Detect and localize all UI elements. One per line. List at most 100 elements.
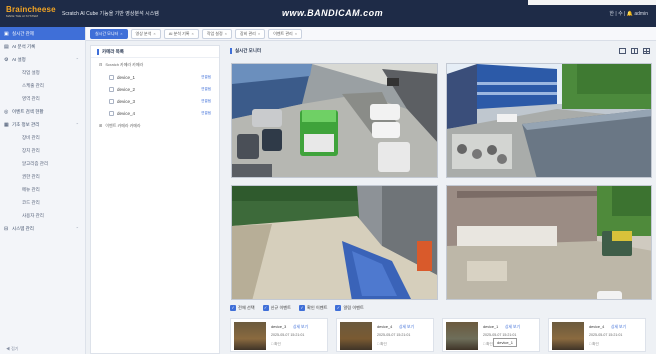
filter-checkbox-2[interactable]: ✓ 신규 이벤트 [262,305,291,311]
filter-checkbox-3[interactable]: ✓ 확인 이벤트 [299,305,327,311]
event-detail-link[interactable]: 상세 보기 [505,325,520,330]
minus-square-icon: ⊟ [99,62,103,67]
sidebar-item-4[interactable]: 작업 설정 [0,66,85,79]
checkbox-checked-icon[interactable]: ✓ [262,305,269,311]
chevron-up-icon: ⌃ [75,122,79,127]
close-icon[interactable]: × [258,30,260,38]
sidebar-item-15[interactable]: 사용자 관리 [0,209,85,222]
event-confirm-status[interactable]: □ 확인 [483,342,493,347]
device-status: 연결됨 [201,74,211,79]
event-card[interactable]: device_4 상세 보기 2025-05-07 15:21:01 □ 확인 [548,318,646,352]
event-card[interactable]: device_1 상세 보기 2025-05-07 15:21:01 □ 확인 [442,318,540,352]
sidebar-item-label: 메뉴 관리 [22,186,40,192]
camera-feed-3[interactable] [231,185,438,300]
event-card[interactable]: device_3 상세 보기 2025-05-07 15:21:01 □ 확인 [230,318,328,352]
event-thumbnail[interactable] [234,322,266,350]
user-menu[interactable]: 한 | 수 | 🔔 admin [609,10,648,17]
device-status: 연결됨 [201,110,211,115]
server-icon: ⊟ [4,226,9,232]
device-name: device_3 [117,98,136,104]
header-accent-bar [97,48,99,55]
event-thumbnail[interactable] [552,322,584,350]
event-card[interactable]: device_4 상세 보기 2025-05-07 15:21:01 □ 확인 [336,318,434,352]
tab-6[interactable]: 이벤트 관리 × [268,28,303,39]
sidebar-item-3[interactable]: ⚙ AI 설정 ⌃ [0,53,85,66]
sidebar-item-label: 코드 관리 [22,199,40,205]
device-name: device_1 [117,74,136,80]
filter-checkbox-4[interactable]: ✓ 알림 이벤트 [335,305,364,311]
checkbox-checked-icon[interactable]: ✓ [299,305,306,311]
sidebar-item-5[interactable]: 스케줄 관리 [0,79,85,92]
camera-device-item[interactable]: device_2 연결됨 [91,83,219,95]
event-detail-link[interactable]: 상세 보기 [293,325,308,330]
sidebar-item-14[interactable]: 코드 관리 [0,196,85,209]
sidebar-item-13[interactable]: 메뉴 관리 [0,183,85,196]
camera-device-item[interactable]: device_1 연결됨 [91,71,219,83]
close-icon[interactable]: × [120,30,122,38]
camera-feed-4[interactable] [446,185,652,300]
camera-group-closed[interactable]: ⊞ 이벤트 카메라 카메라 [91,119,219,132]
device-checkbox[interactable] [109,110,114,116]
sidebar-item-9[interactable]: 장비 관리 [0,131,85,144]
device-checkbox[interactable] [109,98,114,104]
device-checkbox[interactable] [109,74,114,80]
event-thumbnail[interactable] [340,322,372,350]
close-icon[interactable]: × [153,30,155,38]
camera-list-panel: 카메라 목록 ⊟ Scratch 카메라 카메라 device_1 연결됨 devi… [90,45,220,354]
camera-group-open[interactable]: ⊟ Scratch 카메라 카메라 [91,58,219,71]
event-list: device_3 상세 보기 2025-05-07 15:21:01 □ 확인 devi… [230,318,650,354]
event-detail-link[interactable]: 상세 보기 [611,325,626,330]
tab-1[interactable]: 실시간 모니터 × [90,28,128,39]
tab-3[interactable]: AI 분석 기록 × [163,28,199,39]
sidebar-item-label: 알고리즘 관리 [22,160,49,166]
event-detail-link[interactable]: 상세 보기 [399,325,414,330]
close-icon[interactable]: × [295,30,297,38]
event-timestamp: 2025-05-07 15:21:01 [271,333,305,337]
device-status: 연결됨 [201,98,211,103]
event-device-name: device_3 [271,325,287,329]
filter-label: 알림 이벤트 [343,305,364,310]
device-checkbox[interactable] [109,86,114,92]
close-icon[interactable]: × [191,30,193,38]
single-view-icon[interactable] [619,48,626,54]
checkbox-checked-icon[interactable]: ✓ [230,305,236,311]
logo[interactable]: Braincheese MAKE THE AI SYSTEM [6,6,56,18]
event-timestamp: 2025-05-07 15:21:01 [483,333,517,337]
tab-5[interactable]: 장비 관리 × [235,28,266,39]
camera-device-item[interactable]: device_4 연결됨 [91,107,219,119]
camera-device-item[interactable]: device_3 연결됨 [91,95,219,107]
event-confirm-status[interactable]: □ 확인 [589,342,599,347]
sidebar-item-8[interactable]: ▦ 기초 정보 관리 ⌃ [0,118,85,131]
event-thumbnail[interactable] [446,322,478,350]
sidebar-item-label: 장비 관리 [22,134,40,140]
collapse-sidebar-button[interactable]: ◀ 접기 [6,346,18,352]
monitor-header: 실시간 모니터 [226,45,656,57]
sidebar-item-6[interactable]: 영역 관리 [0,92,85,105]
event-confirm-status[interactable]: □ 확인 [377,342,387,347]
sidebar-item-11[interactable]: 알고리즘 관리 [0,157,85,170]
checkbox-checked-icon[interactable]: ✓ [335,305,342,311]
filter-checkbox-1[interactable]: ✓ 전체 선택 [230,305,255,311]
event-confirm-status[interactable]: □ 확인 [271,342,281,347]
sidebar-item-1[interactable]: ▣ 실시간 관제 [0,27,85,40]
close-icon[interactable]: × [225,30,227,38]
camera-feed-1[interactable] [231,63,438,178]
grid-4-view-icon[interactable] [643,48,650,54]
tab-4[interactable]: 작업 설정 × [201,28,232,39]
sidebar-item-10[interactable]: 장치 관리 [0,144,85,157]
filter-label: 전체 선택 [238,305,255,310]
sidebar-item-2[interactable]: ▤ AI 분석 기록 [0,40,85,53]
group-label: 이벤트 카메라 카메라 [105,122,141,128]
tab-2[interactable]: 영상 분석 × [130,28,161,39]
grid-2-view-icon[interactable] [631,48,638,54]
sidebar-item-16[interactable]: ⊟ 시스템 관리 ⌃ [0,222,85,235]
chart-icon: ▤ [4,44,9,50]
event-timestamp: 2025-05-07 15:21:01 [589,333,623,337]
filter-label: 확인 이벤트 [307,305,328,310]
corner-strip [528,0,656,5]
cpu-icon: ⚙ [4,57,9,63]
sidebar-item-7[interactable]: ◎ 이벤트 검색 현황 [0,105,85,118]
camera-feed-2[interactable] [446,63,652,178]
device-tooltip: device_1 [493,338,518,347]
sidebar-item-12[interactable]: 권한 관리 [0,170,85,183]
